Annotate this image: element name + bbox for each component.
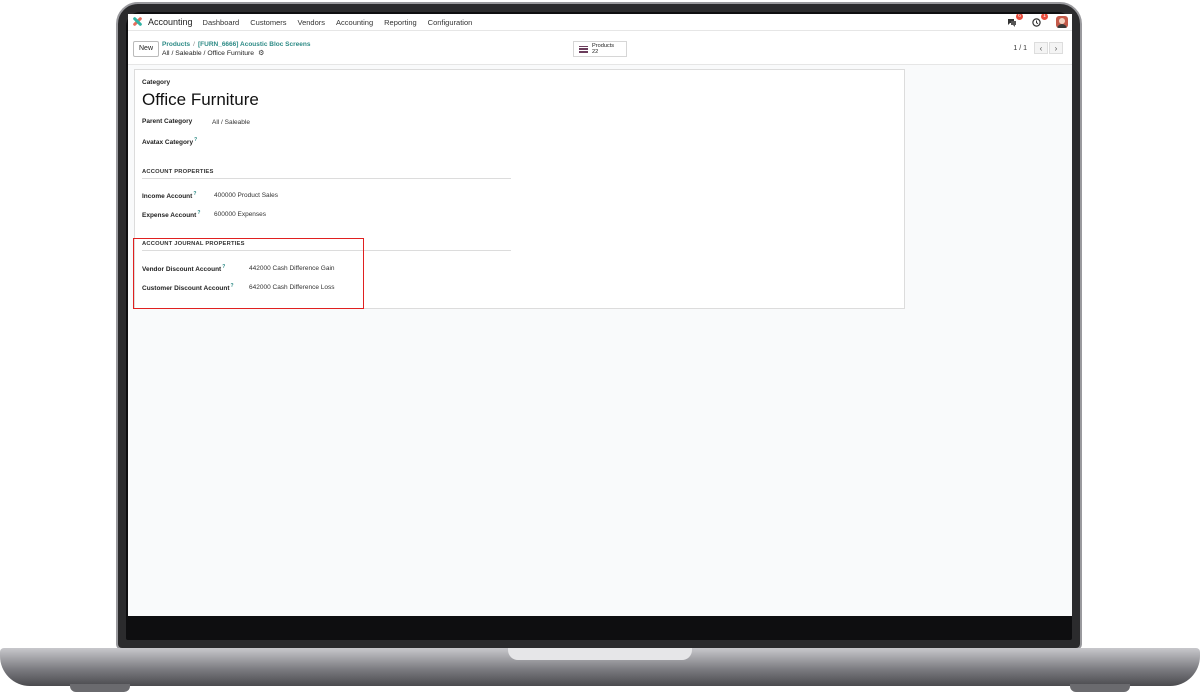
breadcrumb-separator: / [193,41,195,48]
menu-accounting[interactable]: Accounting [336,18,373,27]
breadcrumb-product[interactable]: [FURN_6666] Acoustic Bloc Screens [198,41,310,48]
activities-badge: 1 [1041,14,1048,20]
clock-icon[interactable]: 1 [1031,14,1048,27]
screen: Accounting Dashboard Customers Vendors A… [128,14,1072,616]
products-smart-button[interactable]: Products 22 [573,41,627,57]
category-name[interactable]: Office Furniture [142,90,259,110]
menu-reporting[interactable]: Reporting [384,18,417,27]
account-properties-title: ACCOUNT PROPERTIES [142,169,214,175]
menu-dashboard[interactable]: Dashboard [203,18,240,27]
parent-category-field[interactable]: All / Saleable [212,119,250,126]
navbar-systray: 6 1 [1006,14,1068,28]
category-label: Category [142,79,171,86]
pager-previous-button[interactable]: ‹ [1034,42,1048,54]
income-account-field[interactable]: 400000 Product Sales [214,192,278,199]
record-title: All / Saleable / Office Furniture ⚙ [162,49,264,58]
list-icon [579,45,588,53]
pager: 1 / 1 ‹ › [1013,42,1063,54]
section-divider [142,178,511,179]
expense-account-field[interactable]: 600000 Expenses [214,211,266,218]
control-panel: New Products / [FURN_6666] Acoustic Bloc S… [128,31,1072,65]
menu-vendors[interactable]: Vendors [298,18,326,27]
menu-customers[interactable]: Customers [250,18,286,27]
user-avatar[interactable] [1056,16,1068,28]
app-name[interactable]: Accounting [148,17,193,27]
smart-button-count: 22 [592,49,599,55]
messages-badge: 6 [1016,14,1023,20]
new-button[interactable]: New [133,41,160,57]
menu-configuration[interactable]: Configuration [428,18,473,27]
pager-value[interactable]: 1 / 1 [1013,45,1027,52]
avatax-category-label: Avatax Category? [142,137,198,147]
laptop-notch [508,648,692,660]
laptop-foot-left [70,684,130,692]
laptop-base [0,648,1200,686]
accounting-app-icon[interactable] [132,16,144,28]
highlight-annotation-box [133,238,364,309]
pager-next-button[interactable]: › [1049,42,1063,54]
help-tooltip-icon[interactable]: ? [194,137,197,143]
breadcrumb: Products / [FURN_6666] Acoustic Bloc Scree… [162,41,310,48]
help-tooltip-icon[interactable]: ? [193,191,196,197]
laptop-foot-right [1070,684,1130,692]
parent-category-label: Parent Category [142,118,193,125]
expense-account-label: Expense Account? [142,210,201,220]
help-tooltip-icon[interactable]: ? [197,210,200,216]
record-title-text: All / Saleable / Office Furniture [162,49,255,57]
top-navbar: Accounting Dashboard Customers Vendors A… [128,14,1072,31]
income-account-label: Income Account? [142,191,197,201]
chat-icon[interactable]: 6 [1006,14,1023,27]
breadcrumb-products[interactable]: Products [162,41,190,48]
gear-icon[interactable]: ⚙ [258,49,264,57]
